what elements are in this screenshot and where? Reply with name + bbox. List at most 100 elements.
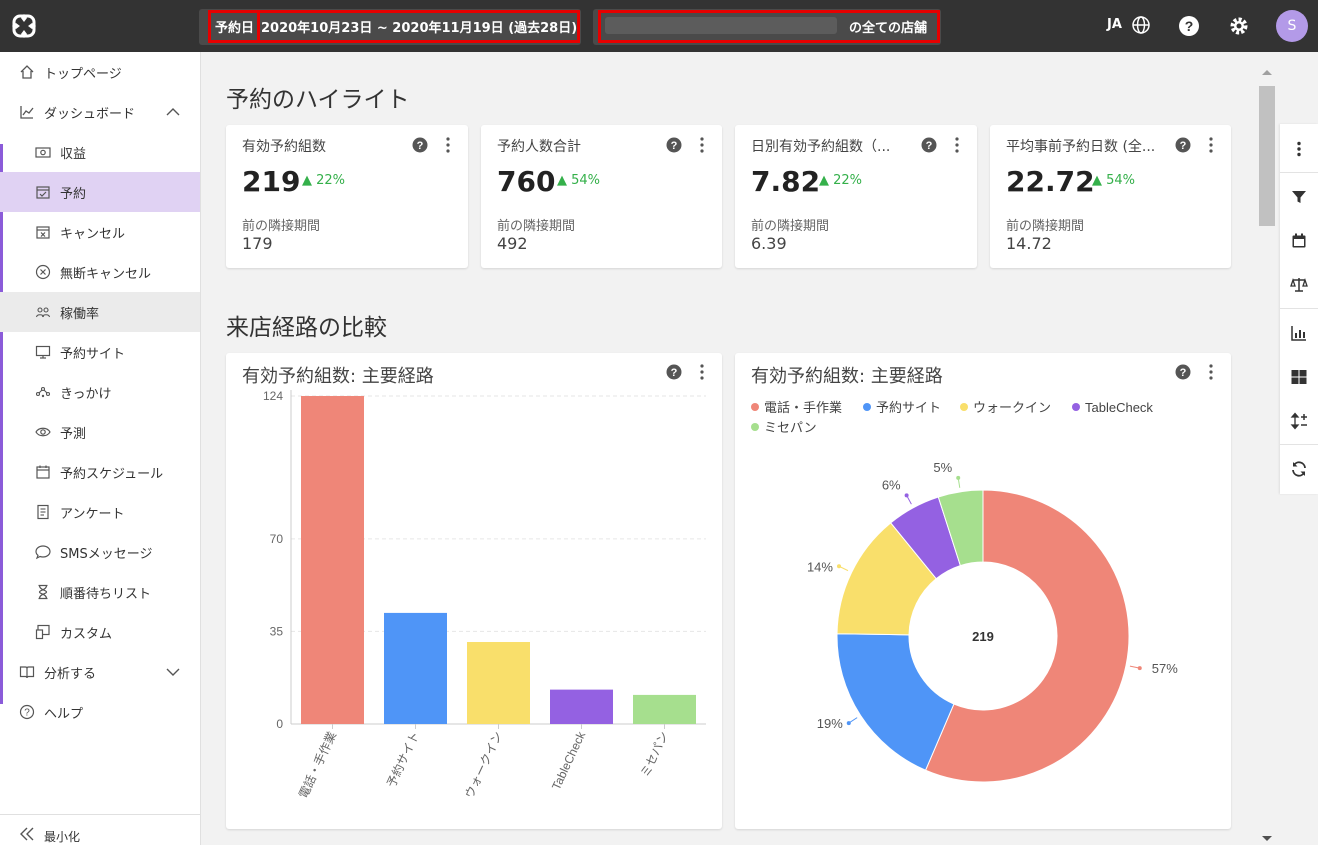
sidebar-item-label: 予約 <box>60 186 87 202</box>
scroll-down-icon[interactable] <box>1261 835 1273 843</box>
kpi-previous-value: 492 <box>497 234 528 253</box>
slice-percent-label: 57% <box>1152 661 1178 676</box>
chevron-down-icon <box>166 668 180 676</box>
balance-scale-icon[interactable] <box>1290 276 1308 294</box>
custom-icon <box>35 624 50 640</box>
divider <box>1280 444 1318 445</box>
double-chevron-left-icon <box>20 827 34 841</box>
label-dot <box>904 493 909 498</box>
sidebar-item-revenue[interactable]: 収益 <box>0 132 200 172</box>
chat-icon <box>35 545 51 560</box>
x-tick-label: 電話・手作業 <box>295 729 339 801</box>
bar-chart-icon[interactable] <box>1290 324 1308 342</box>
filter-icon[interactable] <box>1290 188 1308 206</box>
legend-label: ミセパン <box>764 420 817 435</box>
slice-percent-label: 14% <box>807 559 833 574</box>
gear-icon[interactable] <box>1228 15 1250 37</box>
sidebar-item-cancellations[interactable]: キャンセル <box>0 212 200 252</box>
more-vertical-icon[interactable] <box>1290 140 1308 158</box>
divider <box>1280 172 1318 173</box>
sidebar: トップページ ダッシュボード 収益 予約 キャンセル 無断キャンセル 稼働率 予… <box>0 52 201 845</box>
kpi-card: 平均事前予約日数 (全... ? 22.72 ▲ 54% 前の隣接期間 14.7… <box>990 125 1231 268</box>
sidebar-item-no-shows[interactable]: 無断キャンセル <box>0 252 200 292</box>
minimize-label: 最小化 <box>44 830 81 844</box>
sidebar-item-dashboard[interactable]: ダッシュボード <box>0 92 200 132</box>
y-tick-label: 0 <box>276 717 283 731</box>
sidebar-item-help[interactable]: ? ヘルプ <box>0 692 200 732</box>
legend-label: 予約サイト <box>876 400 941 415</box>
grid-layout-icon[interactable] <box>1290 368 1308 386</box>
help-icon[interactable]: ? <box>412 137 428 153</box>
sidebar-item-label: キャンセル <box>60 226 126 242</box>
scroll-up-icon[interactable] <box>1261 68 1273 76</box>
bar-chart-card: 有効予約組数: 主要経路 ? 0 35 70 124 電話・手作業 予約サイト ウォークイン… <box>226 353 722 829</box>
legend-label: TableCheck <box>1085 400 1153 415</box>
kpi-previous-value: 14.72 <box>1006 234 1052 253</box>
sidebar-item-reservations[interactable]: 予約 <box>0 172 200 212</box>
sidebar-item-waitlist[interactable]: 順番待ちリスト <box>0 572 200 612</box>
sidebar-item-label: カスタム <box>60 626 113 642</box>
svg-text:?: ? <box>417 140 424 152</box>
scrollbar-thumb[interactable] <box>1259 86 1275 226</box>
calendar-icon <box>36 465 50 479</box>
sidebar-item-label: 収益 <box>60 146 87 162</box>
help-icon[interactable]: ? <box>666 137 682 153</box>
store-selector[interactable]: の全ての店舗 <box>593 9 941 45</box>
sidebar-item-occupancy[interactable]: 稼働率 <box>0 292 200 332</box>
slice-percent-label: 19% <box>817 716 843 731</box>
label-dot <box>956 475 961 480</box>
date-range-label: 予約日 <box>215 21 255 36</box>
kpi-title: 予約人数合計 <box>497 139 581 155</box>
help-icon[interactable]: ? <box>921 137 937 153</box>
sidebar-item-custom[interactable]: カスタム <box>0 612 200 652</box>
kpi-previous-label: 前の隣接期間 <box>1006 219 1085 234</box>
sidebar-item-top-page[interactable]: トップページ <box>0 52 200 92</box>
date-range-selector[interactable]: 予約日 2020年10月23日 ~ 2020年11月19日 (過去28日) <box>199 9 581 45</box>
kpi-card: 有効予約組数 ? 219 ▲ 22% 前の隣接期間 179 <box>226 125 468 268</box>
label-dot <box>1137 666 1142 671</box>
minimize-sidebar-button[interactable]: 最小化 <box>0 814 200 845</box>
kpi-title: 平均事前予約日数 (全... <box>1006 139 1156 155</box>
kpi-card: 日別有効予約組数（... ? 7.82 ▲ 22% 前の隣接期間 6.39 <box>735 125 977 268</box>
kpi-title: 有効予約組数 <box>242 139 326 155</box>
more-vertical-icon[interactable] <box>699 137 705 153</box>
date-range-value: 2020年10月23日 ~ 2020年11月19日 (過去28日) <box>261 21 578 36</box>
legend-label: 電話・手作業 <box>764 400 842 415</box>
avatar[interactable]: S <box>1276 10 1308 42</box>
more-vertical-icon[interactable] <box>954 137 960 153</box>
sidebar-item-label: 予約スケジュール <box>60 466 164 482</box>
kpi-delta-value: 22% <box>833 173 863 188</box>
sidebar-item-label: ダッシュボード <box>44 106 136 122</box>
sidebar-item-label: ヘルプ <box>44 706 84 722</box>
help-icon[interactable]: ? <box>1178 15 1200 37</box>
help-circle-icon: ? <box>19 704 35 720</box>
compare-title: 来店経路の比較 <box>226 315 387 341</box>
kpi-value: 7.82 <box>751 165 821 198</box>
language-code[interactable]: JA <box>1107 17 1122 32</box>
sidebar-item-sms[interactable]: SMSメッセージ <box>0 532 200 572</box>
sidebar-item-survey[interactable]: アンケート <box>0 492 200 532</box>
kpi-previous-label: 前の隣接期間 <box>751 219 830 234</box>
app-logo-icon[interactable] <box>10 12 38 40</box>
document-icon <box>37 504 49 520</box>
y-tick-label: 70 <box>270 532 284 546</box>
more-vertical-icon[interactable] <box>1208 137 1214 153</box>
sort-plus-minus-icon[interactable] <box>1290 412 1308 430</box>
divider <box>1280 308 1318 309</box>
book-icon <box>19 666 35 679</box>
legend-marker <box>751 423 759 431</box>
help-icon[interactable]: ? <box>1175 137 1191 153</box>
globe-icon[interactable] <box>1131 15 1151 35</box>
svg-text:?: ? <box>926 140 933 152</box>
refresh-icon[interactable] <box>1290 460 1308 478</box>
kpi-value: 219 <box>242 165 301 198</box>
sidebar-item-referrals[interactable]: きっかけ <box>0 372 200 412</box>
more-vertical-icon[interactable] <box>445 137 451 153</box>
svg-text:?: ? <box>671 140 678 152</box>
calendar-icon[interactable] <box>1290 232 1308 250</box>
sidebar-item-schedule[interactable]: 予約スケジュール <box>0 452 200 492</box>
circle-x-icon <box>35 264 51 280</box>
sidebar-item-analyze[interactable]: 分析する <box>0 652 200 692</box>
sidebar-item-booking-sites[interactable]: 予約サイト <box>0 332 200 372</box>
sidebar-item-forecast[interactable]: 予測 <box>0 412 200 452</box>
